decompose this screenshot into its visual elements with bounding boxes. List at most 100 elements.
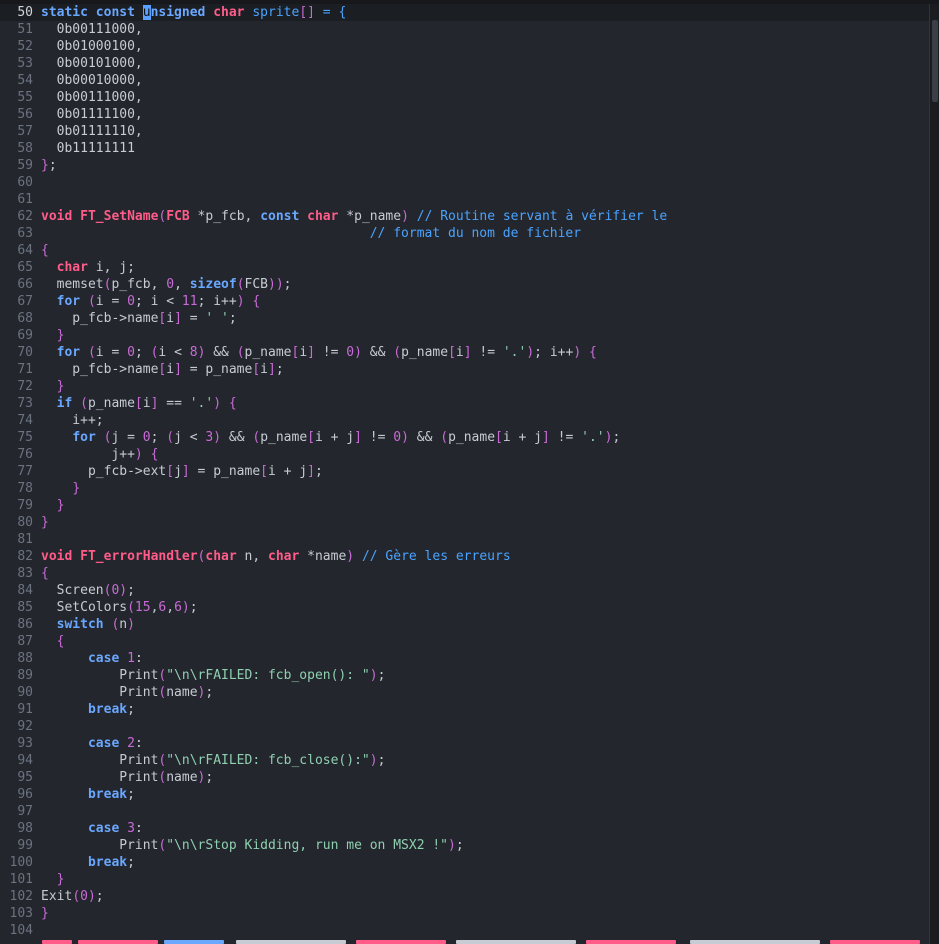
line-number: 59 xyxy=(17,158,33,173)
code-line[interactable]: 96 break; xyxy=(0,786,930,803)
code-token: char xyxy=(307,209,339,224)
code-line[interactable]: 72 } xyxy=(0,378,930,395)
code-area[interactable]: 50 static const unsigned char sprite[] = … xyxy=(0,4,930,939)
code-line[interactable]: 75 for (j = 0; (j < 3) && (p_name[i + j]… xyxy=(0,429,930,446)
code-line[interactable]: 81 xyxy=(0,531,930,548)
code-line[interactable]: 98 case 3: xyxy=(0,820,930,837)
code-token: i + j xyxy=(502,430,542,445)
code-line[interactable]: 103} xyxy=(0,905,930,922)
line-number: 103 xyxy=(9,906,33,921)
code-line[interactable]: 67 for (i = 0; i < 11; i++) { xyxy=(0,293,930,310)
code-token: Print xyxy=(41,753,159,768)
code-line[interactable]: 66 memset(p_fcb, 0, sizeof(FCB)); xyxy=(0,276,930,293)
line-number: 99 xyxy=(17,838,33,853)
code-line[interactable]: 56 0b01111100, xyxy=(0,106,930,123)
code-token: 0 xyxy=(127,345,135,360)
code-token: 0 xyxy=(393,430,402,445)
code-token: i = xyxy=(95,345,128,360)
code-line[interactable]: 100 break; xyxy=(0,854,930,871)
code-line[interactable]: 83 { xyxy=(0,565,930,582)
code-line[interactable]: 61 xyxy=(0,191,930,208)
code-line[interactable]: 92 xyxy=(0,718,930,735)
code-token: case xyxy=(87,821,120,836)
code-line[interactable]: 86 switch (n) xyxy=(0,616,930,633)
code-line[interactable]: 59}; xyxy=(0,157,930,174)
code-line[interactable]: 65 char i, j; xyxy=(0,259,930,276)
code-token: p_name xyxy=(244,345,292,360)
code-line[interactable]: 71 p_fcb->name[i] = p_name[i]; xyxy=(0,361,930,378)
code-line[interactable]: 84 Screen(0); xyxy=(0,582,930,599)
code-line[interactable]: 77 p_fcb->ext[j] = p_name[i + j]; xyxy=(0,463,930,480)
code-line[interactable]: 63 // format du nom de fichier xyxy=(0,225,930,242)
line-number: 53 xyxy=(17,56,33,71)
code-line[interactable]: 79 } xyxy=(0,497,930,514)
code-token: nsigned xyxy=(150,5,206,20)
scrollbar-thumb[interactable] xyxy=(932,20,938,102)
code-line[interactable]: 94 Print("\n\rFAILED: fcb_close():"); xyxy=(0,752,930,769)
code-token: [ xyxy=(166,464,175,479)
text-cursor: u xyxy=(142,5,151,20)
code-token: ] xyxy=(268,362,276,377)
line-number: 81 xyxy=(17,532,33,547)
code-token: p_fcb->ext xyxy=(41,464,167,479)
code-line[interactable]: 101 } xyxy=(0,871,930,888)
code-line[interactable]: 50 static const unsigned char sprite[] = … xyxy=(0,4,930,21)
code-line[interactable]: 78 } xyxy=(0,480,930,497)
code-line[interactable]: 88 case 1: xyxy=(0,650,930,667)
code-line[interactable]: 93 case 2: xyxy=(0,735,930,752)
code-token: && xyxy=(408,430,441,445)
code-line[interactable]: 74 i++; xyxy=(0,412,930,429)
code-line[interactable]: 95 Print(name); xyxy=(0,769,930,786)
code-token: '.' xyxy=(581,430,605,445)
vertical-scrollbar[interactable] xyxy=(929,4,939,944)
line-number: 68 xyxy=(17,311,33,326)
code-line[interactable]: 60 xyxy=(0,174,930,191)
code-line[interactable]: 58 0b11111111 xyxy=(0,140,930,157)
code-line[interactable]: 62 void FT_SetName(FCB *p_fcb, const char… xyxy=(0,208,930,225)
code-line[interactable]: 68 p_fcb->name[i] = ' '; xyxy=(0,310,930,327)
code-editor[interactable]: 50 static const unsigned char sprite[] = … xyxy=(0,0,939,944)
code-line[interactable]: 57 0b01111110, xyxy=(0,123,930,140)
code-line[interactable]: 55 0b00111000, xyxy=(0,89,930,106)
code-line[interactable]: 85 SetColors(15,6,6); xyxy=(0,599,930,616)
code-line[interactable]: 102 Exit(0); xyxy=(0,888,930,905)
code-token: 11 xyxy=(181,294,198,309)
code-line[interactable]: 64 { xyxy=(0,242,930,259)
code-line[interactable]: 90 Print(name); xyxy=(0,684,930,701)
code-token: 15 xyxy=(134,600,151,615)
code-token: 0 xyxy=(346,345,355,360)
code-token: *p_fcb, xyxy=(189,209,261,224)
code-line[interactable]: 87 { xyxy=(0,633,930,650)
code-token: [] xyxy=(299,5,315,20)
code-token: ; i++ xyxy=(534,345,574,360)
code-token: ; i < xyxy=(134,294,182,309)
code-token: ( xyxy=(236,345,245,360)
code-line[interactable]: 99 Print("\n\rStop Kidding, run me on MS… xyxy=(0,837,930,854)
code-token: 0 xyxy=(166,277,175,292)
code-line[interactable]: 52 0b01000100, xyxy=(0,38,930,55)
code-line[interactable]: 76 j++) { xyxy=(0,446,930,463)
line-number: 72 xyxy=(17,379,33,394)
code-line[interactable]: 82 void FT_errorHandler(char n, char *nam… xyxy=(0,548,930,565)
code-token: 3 xyxy=(127,821,135,836)
code-line[interactable]: 51 0b00111000, xyxy=(0,21,930,38)
code-token: ; xyxy=(455,838,464,853)
code-line[interactable]: 97 xyxy=(0,803,930,820)
code-line[interactable]: 73 if (p_name[i] == '.') { xyxy=(0,395,930,412)
code-line[interactable]: 80} xyxy=(0,514,930,531)
code-token: ; xyxy=(134,345,151,360)
code-line[interactable]: 53 0b00101000, xyxy=(0,55,930,72)
code-line[interactable]: 54 0b00010000, xyxy=(0,72,930,89)
code-token: ) xyxy=(236,294,245,309)
code-line[interactable]: 70 for (i = 0; (i < 8) && (p_name[i] != … xyxy=(0,344,930,361)
code-line[interactable]: 91 break; xyxy=(0,701,930,718)
line-number: 85 xyxy=(17,600,33,615)
code-line[interactable]: 89 Print("\n\rFAILED: fcb_open(): "); xyxy=(0,667,930,684)
code-line[interactable]: 69 } xyxy=(0,327,930,344)
line-number: 88 xyxy=(17,651,33,666)
